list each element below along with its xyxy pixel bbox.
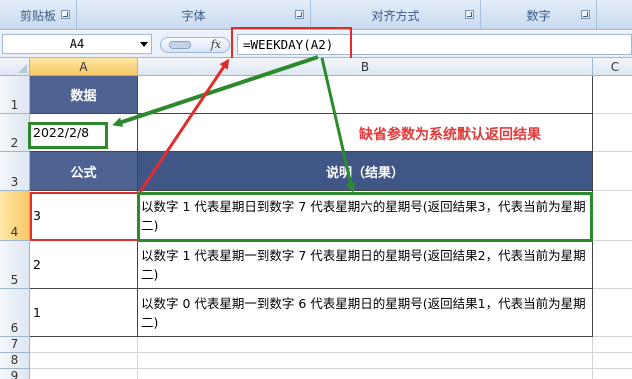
row-header-5[interactable]: 5 xyxy=(0,241,30,289)
cell-c4[interactable] xyxy=(593,191,632,241)
cell-a1-text: 数据 xyxy=(70,89,97,104)
cell-c5[interactable] xyxy=(593,241,632,289)
row-header-3-label: 3 xyxy=(10,175,19,189)
chevron-down-icon[interactable] xyxy=(140,42,148,47)
row-header-4[interactable]: 4 xyxy=(0,191,30,241)
cell-c7[interactable] xyxy=(593,337,632,353)
description-highlight-box xyxy=(137,192,593,242)
ribbon-group-alignment-label: 对齐方式 xyxy=(371,8,420,23)
column-header-b-label: B xyxy=(360,59,370,74)
ribbon-group-alignment[interactable]: 对齐方式 xyxy=(311,0,481,30)
row-header-3[interactable]: 3 xyxy=(0,152,30,191)
row-header-6-label: 6 xyxy=(10,321,19,335)
dialog-launcher-icon[interactable] xyxy=(295,10,304,19)
row-header-8[interactable]: 8 xyxy=(0,353,30,369)
cell-a3-text: 公式 xyxy=(70,165,97,181)
name-box[interactable]: A4 xyxy=(2,34,152,54)
row-header-9[interactable]: 9 xyxy=(0,369,30,379)
cell-b3[interactable]: 说明（结果） xyxy=(138,152,593,191)
cell-a3[interactable]: 公式 xyxy=(30,152,138,191)
cell-b7[interactable] xyxy=(138,337,593,353)
cell-b5[interactable]: 以数字 1 代表星期一到数字 7 代表星期日的星期号(返回结果2，代表当前为星期… xyxy=(138,241,593,289)
row-header-6[interactable]: 6 xyxy=(0,289,30,337)
date-highlight-box xyxy=(28,122,108,149)
cell-c9[interactable] xyxy=(593,369,632,379)
name-box-value: A4 xyxy=(69,37,85,51)
ribbon-group-font[interactable]: 字体 xyxy=(77,0,311,30)
row-header-1-label: 1 xyxy=(10,98,19,112)
cell-a6[interactable]: 1 xyxy=(30,289,138,337)
row-header-9-label: 9 xyxy=(10,369,19,379)
row-header-4-label: 4 xyxy=(10,225,19,239)
cell-c2[interactable] xyxy=(593,114,632,152)
ribbon-group-number[interactable]: 数字 xyxy=(481,0,597,30)
select-all-corner[interactable] xyxy=(0,58,30,76)
cell-b5-text: 以数字 1 代表星期一到数字 7 代表星期日的星期号(返回结果2，代表当前为星期… xyxy=(141,247,586,282)
row-header-8-label: 8 xyxy=(10,353,19,367)
cell-b8[interactable] xyxy=(138,353,593,369)
annotation-text: 缺省参数为系统默认返回结果 xyxy=(359,127,541,143)
cell-c3[interactable] xyxy=(593,152,632,191)
column-header-c[interactable]: C xyxy=(593,58,632,76)
cell-b6-text: 以数字 0 代表星期一到数字 6 代表星期日的星期号(返回结果1，代表当前为星期… xyxy=(141,295,586,330)
cell-c1[interactable] xyxy=(593,76,632,114)
resize-grip-icon[interactable] xyxy=(169,41,191,49)
row-header-2-label: 2 xyxy=(10,136,19,150)
dialog-launcher-icon[interactable] xyxy=(581,10,590,19)
ribbon: 剪贴板 字体 对齐方式 数字 xyxy=(0,0,632,30)
ribbon-group-font-label: 字体 xyxy=(181,8,206,23)
column-header-a[interactable]: A xyxy=(30,58,138,76)
column-header-c-label: C xyxy=(610,59,620,74)
dialog-launcher-icon[interactable] xyxy=(465,10,474,19)
row-header-2[interactable]: 2 xyxy=(0,114,30,152)
cell-a8[interactable] xyxy=(30,353,138,369)
dialog-launcher-icon[interactable] xyxy=(61,10,70,19)
result-highlight-box xyxy=(30,192,139,241)
cell-b6[interactable]: 以数字 0 代表星期一到数字 6 代表星期日的星期号(返回结果1，代表当前为星期… xyxy=(138,289,593,337)
row-header-7[interactable]: 7 xyxy=(0,337,30,353)
row-header-1[interactable]: 1 xyxy=(0,76,30,114)
cell-a9[interactable] xyxy=(30,369,138,379)
insert-function-icon[interactable]: fx xyxy=(211,38,221,51)
cell-c6[interactable] xyxy=(593,289,632,337)
cell-a1[interactable]: 数据 xyxy=(30,76,138,114)
cell-b3-text: 说明（结果） xyxy=(325,165,404,181)
cell-b9[interactable] xyxy=(138,369,593,379)
cell-a5[interactable]: 2 xyxy=(30,241,138,289)
cell-a7[interactable] xyxy=(30,337,138,353)
row-header-7-label: 7 xyxy=(10,337,19,351)
ribbon-group-clipboard-label: 剪贴板 xyxy=(19,8,56,23)
row-header-5-label: 5 xyxy=(10,273,19,287)
cell-a6-text: 1 xyxy=(33,305,41,320)
ribbon-group-clipboard[interactable]: 剪贴板 xyxy=(0,0,77,30)
cell-a5-text: 2 xyxy=(33,257,41,272)
ribbon-group-number-label: 数字 xyxy=(526,8,551,23)
column-header-b[interactable]: B xyxy=(138,58,593,76)
formula-bar-controls[interactable]: fx xyxy=(160,37,230,53)
column-header-a-label: A xyxy=(79,59,88,74)
cell-b1[interactable] xyxy=(138,76,593,114)
cell-c8[interactable] xyxy=(593,353,632,369)
